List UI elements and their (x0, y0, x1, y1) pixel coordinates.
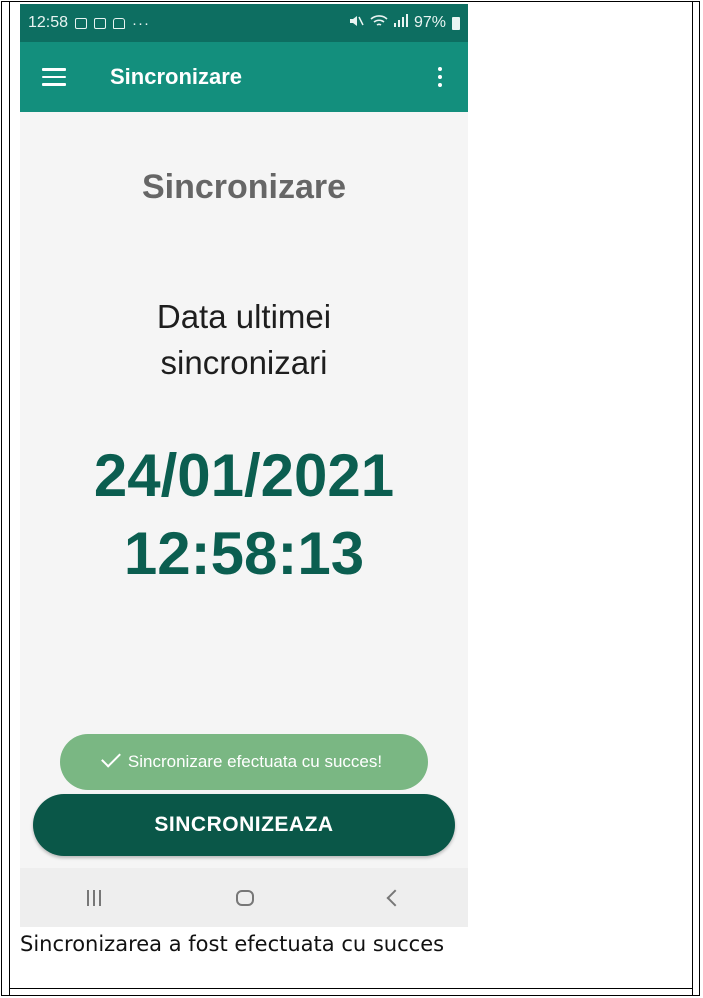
frame-line-right (692, 2, 693, 995)
battery-icon (452, 16, 460, 30)
check-icon (101, 747, 121, 768)
last-sync-label-line1: Data ultimei (156, 298, 332, 335)
recents-icon[interactable] (87, 889, 102, 906)
menu-icon[interactable] (42, 68, 66, 86)
signal-icon (393, 14, 408, 32)
last-sync-date: 24/01/2021 (93, 442, 395, 509)
last-sync-time: 12:58:13 (123, 520, 365, 587)
phone-screenshot: 12:58 ··· 97% Sincronizare Sincronizare … (20, 4, 468, 927)
app-title: Sincronizare (110, 64, 243, 89)
battery-percent: 97% (413, 14, 446, 31)
more-notifications-icon: ··· (132, 14, 151, 32)
home-icon[interactable] (235, 889, 254, 906)
toast-message: Sincronizare efectuata cu succes! (127, 752, 383, 771)
back-icon[interactable] (386, 889, 404, 906)
last-sync-label: Data ultimei sincronizari (20, 294, 468, 386)
calendar-icon (94, 17, 107, 29)
main-content: Sincronizare Data ultimei sincronizari 2… (20, 112, 468, 868)
last-sync-label-line2: sincronizari (160, 344, 328, 381)
status-time: 12:58 (28, 14, 69, 31)
mute-icon (348, 14, 364, 33)
frame-line-bottom (9, 988, 693, 989)
wifi-icon (370, 14, 388, 33)
bag-icon (113, 17, 126, 29)
status-bar: 12:58 ··· 97% (20, 4, 468, 42)
image-icon (75, 17, 88, 29)
figure-caption: Sincronizarea a fost efectuata cu succes (20, 932, 445, 956)
system-nav-bar (20, 868, 468, 927)
page-heading: Sincronizare (141, 168, 347, 206)
frame-line-left (9, 2, 10, 995)
last-sync-datetime: 24/01/2021 12:58:13 (20, 437, 468, 593)
more-vert-icon[interactable] (438, 67, 442, 87)
sync-button[interactable]: SINCRONIZEAZA (33, 794, 455, 856)
success-toast: Sincronizare efectuata cu succes! (60, 734, 428, 790)
app-bar: Sincronizare (20, 42, 468, 112)
